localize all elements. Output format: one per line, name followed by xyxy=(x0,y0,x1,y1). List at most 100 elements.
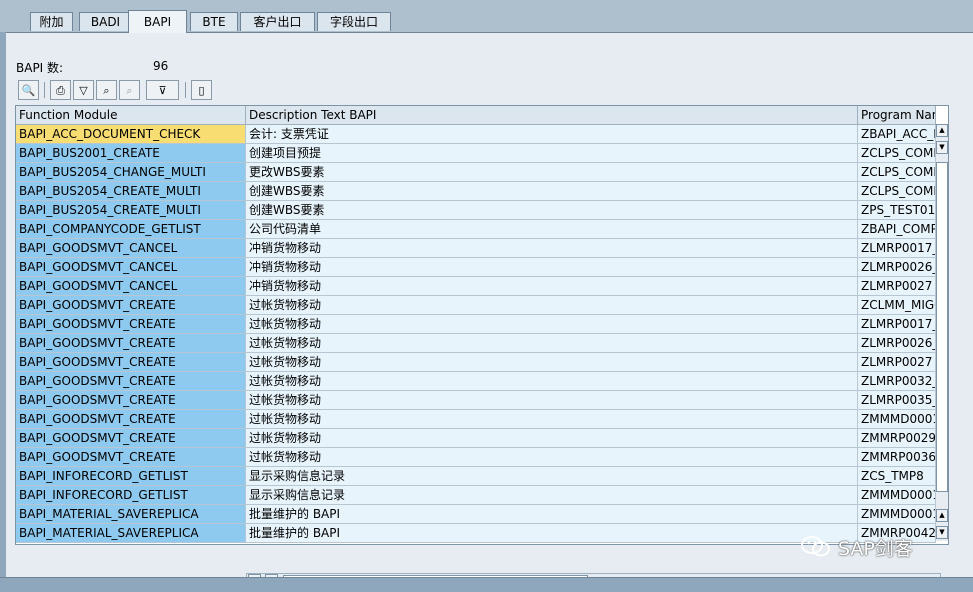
cell-description[interactable]: 公司代码清单 xyxy=(246,220,858,239)
table-row[interactable]: BAPI_MATERIAL_SAVEREPLICA 批量维护的 BAPI ZMMRP… xyxy=(16,524,936,543)
cell-program-name[interactable]: ZLMRP0032_F xyxy=(858,372,936,391)
table-row[interactable]: BAPI_BUS2001_CREATE 创建项目预提 ZCLPS_COMM xyxy=(16,144,936,163)
cell-program-name[interactable]: ZCLMM_MIGO xyxy=(858,296,936,315)
cell-function-module[interactable]: BAPI_GOODSMVT_CREATE xyxy=(16,372,246,391)
tab-badi[interactable]: BADI xyxy=(79,12,132,31)
cell-program-name[interactable]: ZCS_TMP8 xyxy=(858,467,936,486)
cell-description[interactable]: 过帐货物移动 xyxy=(246,296,858,315)
vertical-scroll-thumb[interactable] xyxy=(936,162,948,492)
tab-customer-exit[interactable]: 客户出口 xyxy=(240,12,315,31)
cell-program-name[interactable]: ZLMRP0026_F xyxy=(858,258,936,277)
table-row[interactable]: BAPI_GOODSMVT_CANCEL冲销货物移动ZLMRP0017_2 xyxy=(16,239,936,258)
cell-function-module[interactable]: BAPI_GOODSMVT_CREATE xyxy=(16,353,246,372)
cell-function-module[interactable]: BAPI_GOODSMVT_CREATE xyxy=(16,410,246,429)
page-up-icon[interactable]: ▼ xyxy=(936,141,948,154)
cell-description[interactable]: 冲销货物移动 xyxy=(246,258,858,277)
cell-function-module[interactable]: BAPI_GOODSMVT_CANCEL xyxy=(16,239,246,258)
cell-description[interactable]: 过帐货物移动 xyxy=(246,429,858,448)
cell-description[interactable]: 冲销货物移动 xyxy=(246,277,858,296)
cell-function-module[interactable]: BAPI_MATERIAL_SAVEREPLICA xyxy=(16,505,246,524)
cell-program-name[interactable]: ZCLPS_COMM xyxy=(858,163,936,182)
cell-description[interactable]: 过帐货物移动 xyxy=(246,448,858,467)
cell-description[interactable]: 过帐货物移动 xyxy=(246,410,858,429)
cell-function-module[interactable]: BAPI_GOODSMVT_CREATE xyxy=(16,429,246,448)
cell-function-module[interactable]: BAPI_GOODSMVT_CANCEL xyxy=(16,277,246,296)
cell-program-name[interactable]: ZPS_TEST01 xyxy=(858,201,936,220)
cell-function-module[interactable]: BAPI_BUS2001_CREATE xyxy=(16,144,246,163)
cell-description[interactable]: 过帐货物移动 xyxy=(246,334,858,353)
set-filter-icon[interactable]: ⊽ xyxy=(146,80,179,100)
cell-description[interactable]: 过帐货物移动 xyxy=(246,353,858,372)
tab-bte[interactable]: BTE xyxy=(190,12,238,31)
binoculars-icon[interactable]: ⌕ xyxy=(96,80,117,100)
cell-description[interactable]: 更改WBS要素 xyxy=(246,163,858,182)
cell-function-module[interactable]: BAPI_BUS2054_CREATE_MULTI xyxy=(16,201,246,220)
table-row[interactable]: BAPI_BUS2054_CHANGE_MULTI 更改WBS要素 ZCLPS_CO… xyxy=(16,163,936,182)
cell-program-name[interactable]: ZMMMD0001_ xyxy=(858,486,936,505)
cell-description[interactable]: 批量维护的 BAPI xyxy=(246,505,858,524)
table-row[interactable]: BAPI_INFORECORD_GETLIST 显示采购信息记录 ZCS_TMP8 xyxy=(16,467,936,486)
find-icon[interactable]: 🔍 xyxy=(18,80,39,100)
cell-description[interactable]: 过帐货物移动 xyxy=(246,372,858,391)
table-row[interactable]: BAPI_GOODSMVT_CANCEL 冲销货物移动 ZLMRP0027 xyxy=(16,277,936,296)
table-row[interactable]: BAPI_INFORECORD_GETLIST显示采购信息记录ZMMMD0001… xyxy=(16,486,936,505)
tab-field-exit[interactable]: 字段出口 xyxy=(317,12,391,31)
scroll-up-icon[interactable]: ▲ xyxy=(936,124,948,137)
cell-description[interactable]: 显示采购信息记录 xyxy=(246,467,858,486)
table-row[interactable]: BAPI_ACC_DOCUMENT_CHECK 会计: 支票凭证 ZBAPI_ACC… xyxy=(16,125,936,144)
cell-description[interactable]: 显示采购信息记录 xyxy=(246,486,858,505)
cell-program-name[interactable]: ZLMRP0017_2 xyxy=(858,315,936,334)
table-row[interactable]: BAPI_GOODSMVT_CREATE 过帐货物移动 ZCLMM_MIGO xyxy=(16,296,936,315)
cell-description[interactable]: 创建项目预提 xyxy=(246,144,858,163)
cell-function-module[interactable]: BAPI_GOODSMVT_CREATE xyxy=(16,448,246,467)
table-row[interactable]: BAPI_GOODSMVT_CREATE过帐货物移动ZLMRP0032_F xyxy=(16,372,936,391)
cell-program-name[interactable]: ZBAPI_COMPA xyxy=(858,220,936,239)
tab-bapi[interactable]: BAPI xyxy=(128,10,187,33)
cell-function-module[interactable]: BAPI_GOODSMVT_CREATE xyxy=(16,296,246,315)
tab-attachment[interactable]: 附加 xyxy=(30,12,73,31)
cell-program-name[interactable]: ZMMMD0001_ xyxy=(858,505,936,524)
table-row[interactable]: BAPI_GOODSMVT_CREATE过帐货物移动ZLMRP0026_F xyxy=(16,334,936,353)
cell-description[interactable]: 过帐货物移动 xyxy=(246,391,858,410)
cell-function-module[interactable]: BAPI_INFORECORD_GETLIST xyxy=(16,467,246,486)
cell-program-name[interactable]: ZMMRP0029_ xyxy=(858,429,936,448)
cell-description[interactable]: 批量维护的 BAPI xyxy=(246,524,858,543)
cell-description[interactable]: 创建WBS要素 xyxy=(246,182,858,201)
filter-icon[interactable]: ▽ xyxy=(73,80,94,100)
table-row[interactable]: BAPI_BUS2054_CREATE_MULTI 创建WBS要素 ZCLPS_CO… xyxy=(16,182,936,201)
cell-function-module[interactable]: BAPI_COMPANYCODE_GETLIST xyxy=(16,220,246,239)
cell-program-name[interactable]: ZLMRP0027 xyxy=(858,277,936,296)
table-row[interactable]: BAPI_COMPANYCODE_GETLIST公司代码清单ZBAPI_COMP… xyxy=(16,220,936,239)
cell-function-module[interactable]: BAPI_BUS2054_CHANGE_MULTI xyxy=(16,163,246,182)
cell-function-module[interactable]: BAPI_ACC_DOCUMENT_CHECK xyxy=(16,125,246,144)
cell-program-name[interactable]: ZCLPS_COMM xyxy=(858,182,936,201)
table-row[interactable]: BAPI_GOODSMVT_CREATE过帐货物移动ZLMRP0017_2 xyxy=(16,315,936,334)
vertical-scrollbar[interactable]: ▲ ▼ ▲ ▼ xyxy=(936,124,948,541)
cell-description[interactable]: 冲销货物移动 xyxy=(246,239,858,258)
cell-function-module[interactable]: BAPI_GOODSMVT_CREATE xyxy=(16,391,246,410)
cell-function-module[interactable]: BAPI_GOODSMVT_CANCEL xyxy=(16,258,246,277)
table-row[interactable]: BAPI_GOODSMVT_CREATE 过帐货物移动 ZMMRP0036_ xyxy=(16,448,936,467)
cell-function-module[interactable]: BAPI_BUS2054_CREATE_MULTI xyxy=(16,182,246,201)
cell-program-name[interactable]: ZLMRP0017_2 xyxy=(858,239,936,258)
column-header-program-name[interactable]: Program Name xyxy=(858,106,936,124)
cell-program-name[interactable]: ZLMRP0027 xyxy=(858,353,936,372)
cell-program-name[interactable]: ZMMMD0001_ xyxy=(858,410,936,429)
cell-program-name[interactable]: ZLMRP0026_F xyxy=(858,334,936,353)
page-down-icon[interactable]: ▲ xyxy=(936,509,948,522)
scroll-down-icon[interactable]: ▼ xyxy=(936,526,948,539)
cell-function-module[interactable]: BAPI_GOODSMVT_CREATE xyxy=(16,334,246,353)
table-row[interactable]: BAPI_GOODSMVT_CANCEL冲销货物移动ZLMRP0026_F xyxy=(16,258,936,277)
table-row[interactable]: BAPI_GOODSMVT_CREATE 过帐货物移动 ZMMRP0029_ xyxy=(16,429,936,448)
cell-function-module[interactable]: BAPI_MATERIAL_SAVEREPLICA xyxy=(16,524,246,543)
print-icon[interactable]: ⎙ xyxy=(50,80,71,100)
table-row[interactable]: BAPI_GOODSMVT_CREATE过帐货物移动ZLMRP0035_F xyxy=(16,391,936,410)
cell-program-name[interactable]: ZCLPS_COMM xyxy=(858,144,936,163)
cell-program-name[interactable]: ZLMRP0035_F xyxy=(858,391,936,410)
cell-function-module[interactable]: BAPI_GOODSMVT_CREATE xyxy=(16,315,246,334)
table-row[interactable]: BAPI_GOODSMVT_CREATE 过帐货物移动 ZLMRP0027 xyxy=(16,353,936,372)
column-header-function-module[interactable]: Function Module xyxy=(16,106,246,124)
cell-description[interactable]: 会计: 支票凭证 xyxy=(246,125,858,144)
cell-description[interactable]: 过帐货物移动 xyxy=(246,315,858,334)
table-row[interactable]: BAPI_GOODSMVT_CREATE过帐货物移动ZMMMD0001_ xyxy=(16,410,936,429)
